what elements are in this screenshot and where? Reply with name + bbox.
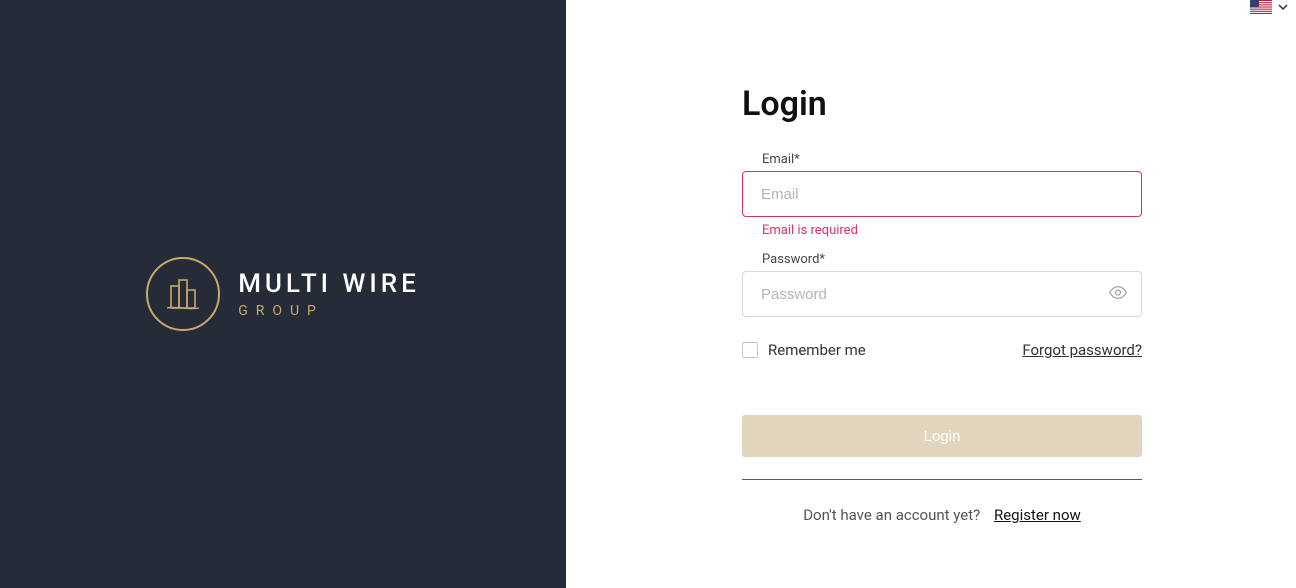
remember-me-label: Remember me — [768, 341, 866, 359]
brand-text: MULTI WIRE GROUP — [238, 269, 420, 319]
register-row: Don't have an account yet? Register now — [742, 506, 1142, 524]
password-input[interactable] — [742, 271, 1142, 317]
page-title: Login — [742, 84, 1142, 124]
eye-icon — [1108, 283, 1128, 306]
remember-me-checkbox[interactable] — [742, 342, 758, 358]
register-link[interactable]: Register now — [994, 506, 1081, 524]
email-field-group: Email* Email is required — [742, 152, 1142, 238]
brand-panel: MULTI WIRE GROUP — [0, 0, 566, 588]
remember-forgot-row: Remember me Forgot password? — [742, 341, 1142, 359]
divider — [742, 479, 1142, 480]
forgot-password-link[interactable]: Forgot password? — [1022, 341, 1142, 359]
register-prompt: Don't have an account yet? — [803, 506, 980, 524]
password-label: Password* — [762, 252, 1142, 267]
remember-me-wrap: Remember me — [742, 341, 866, 359]
toggle-password-visibility-button[interactable] — [1108, 283, 1128, 306]
flag-usa-icon — [1250, 0, 1272, 14]
brand-logo-icon — [146, 257, 220, 331]
chevron-down-icon — [1278, 2, 1288, 12]
brand-block: MULTI WIRE GROUP — [146, 257, 420, 331]
language-selector[interactable] — [1250, 0, 1288, 14]
form-panel: Login Email* Email is required Password* — [566, 0, 1296, 588]
email-label: Email* — [762, 152, 1142, 167]
email-input[interactable] — [742, 171, 1142, 217]
email-error-message: Email is required — [762, 223, 1142, 238]
brand-line1: MULTI WIRE — [238, 269, 420, 299]
login-button[interactable]: Login — [742, 415, 1142, 457]
brand-line2: GROUP — [238, 303, 420, 319]
password-field-group: Password* — [742, 252, 1142, 317]
login-form: Login Email* Email is required Password* — [742, 84, 1142, 524]
